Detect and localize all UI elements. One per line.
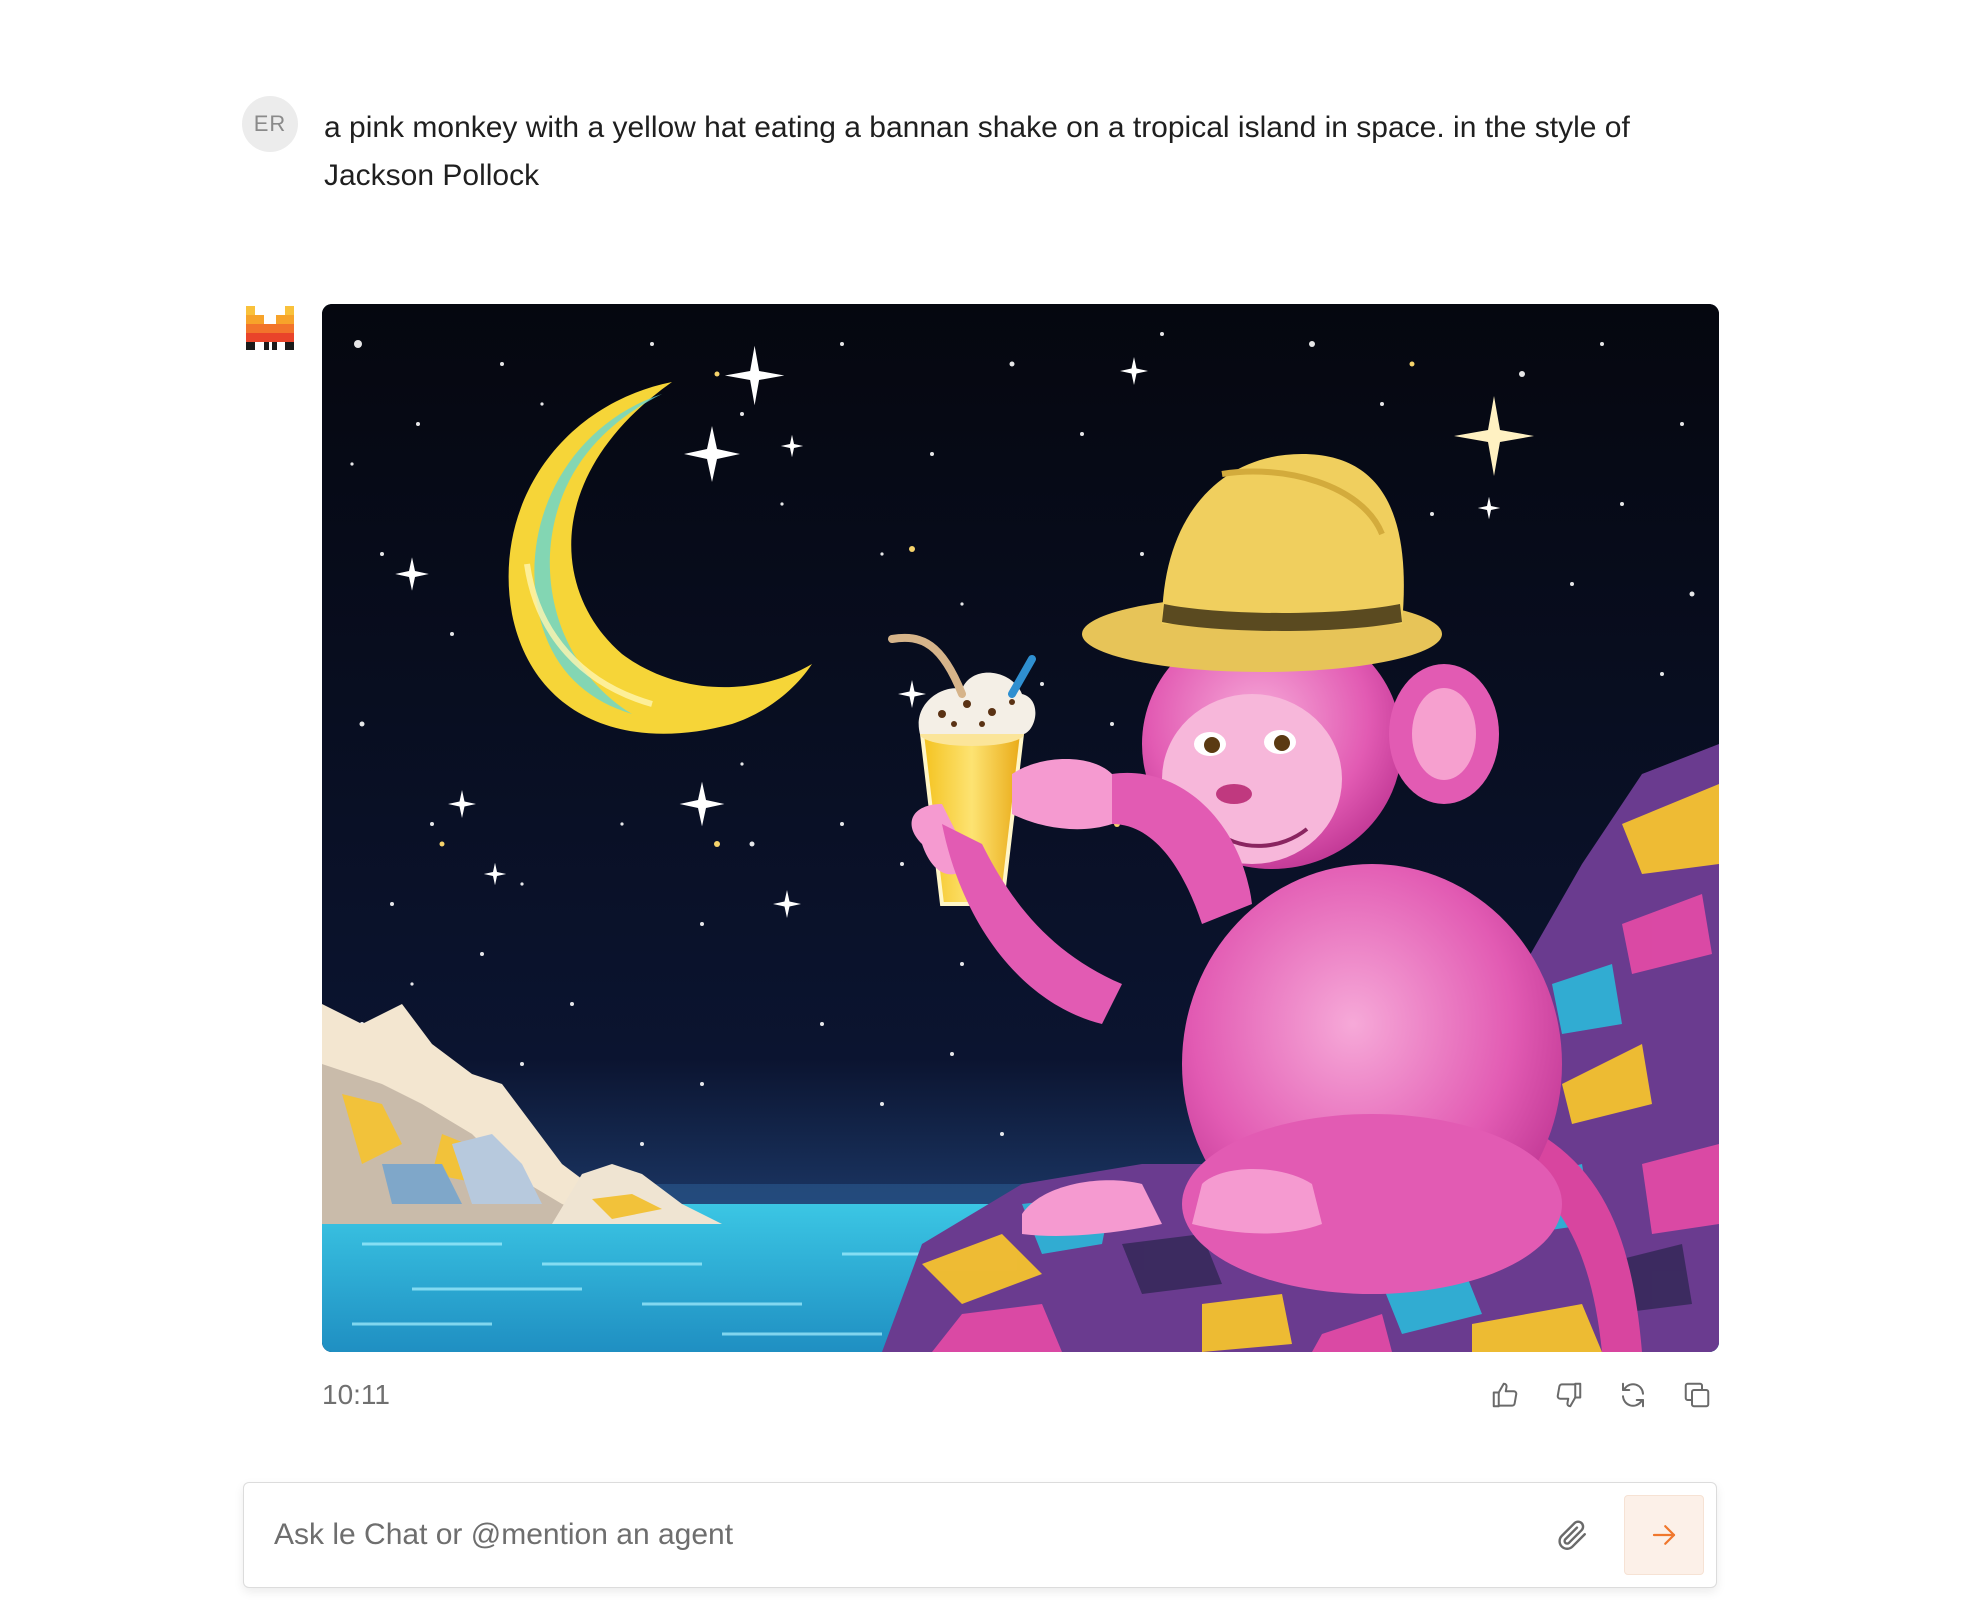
arrow-right-icon [1652,1525,1676,1545]
send-button[interactable] [1624,1495,1704,1575]
regenerate-icon[interactable] [1615,1377,1651,1413]
message-timestamp: 10:11 [322,1379,390,1410]
chat-composer [243,1482,1717,1588]
chat-input[interactable] [272,1517,1550,1553]
user-message: ER a pink monkey with a yellow hat eatin… [242,96,1722,200]
thumbs-up-icon[interactable] [1487,1377,1523,1413]
assistant-meta-row: 10:11 [322,1372,1719,1418]
user-message-text: a pink monkey with a yellow hat eating a… [324,111,1630,192]
message-actions [1487,1377,1715,1413]
user-avatar-initials: ER [253,111,287,136]
copy-icon[interactable] [1679,1377,1715,1413]
generated-image[interactable] [322,304,1719,1352]
paperclip-icon[interactable] [1550,1513,1594,1557]
mistral-logo-icon [246,306,294,350]
thumbs-down-icon[interactable] [1551,1377,1587,1413]
user-avatar: ER [242,96,298,152]
